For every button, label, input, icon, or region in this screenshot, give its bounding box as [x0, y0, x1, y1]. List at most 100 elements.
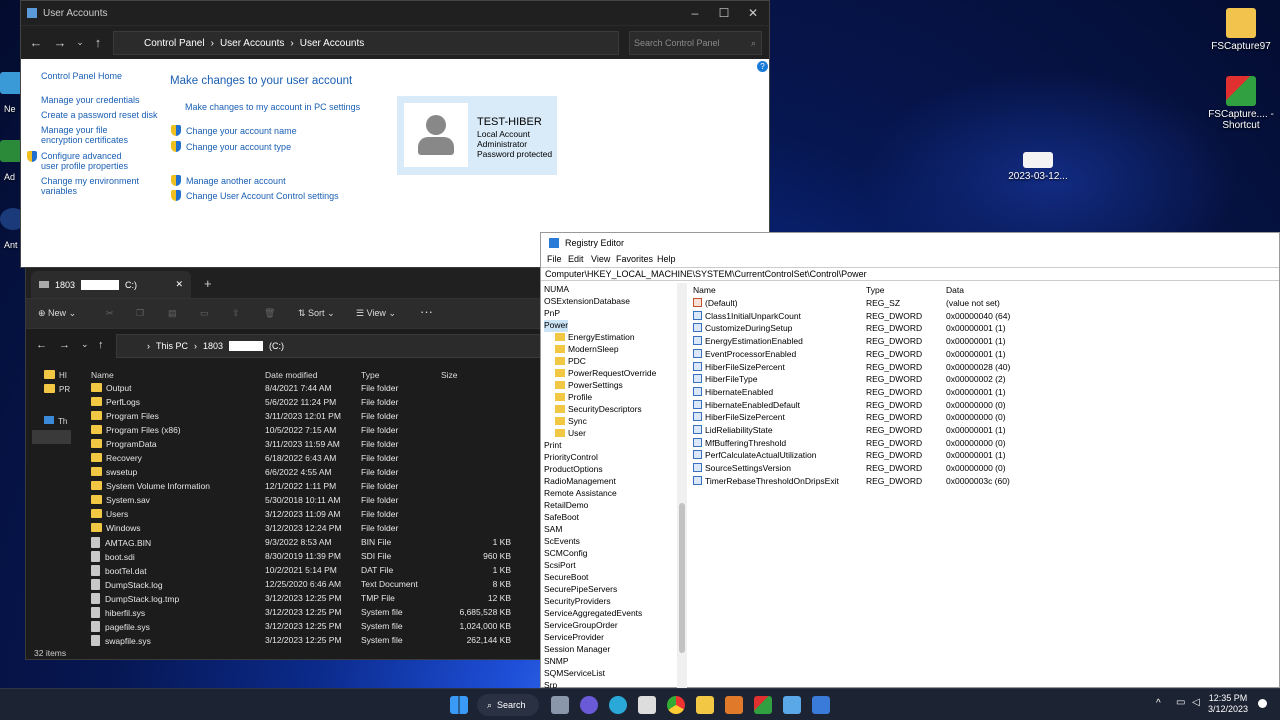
registry-value-row[interactable]: SourceSettingsVersion REG_DWORD 0x00000000… — [689, 463, 1280, 475]
registry-key-safeboot[interactable]: SafeBoot — [544, 512, 579, 524]
file-encryption-link[interactable]: Manage your file encryption certificates — [41, 125, 151, 145]
column-size[interactable]: Size — [441, 370, 458, 380]
column-type[interactable]: Type — [361, 370, 379, 380]
registry-key-remote-assistance[interactable]: Remote Assistance — [544, 488, 617, 500]
paste-icon[interactable]: ▤ — [168, 308, 177, 319]
file-row[interactable]: Program Files 3/11/2023 12:01 PM File fold… — [71, 410, 541, 424]
file-row[interactable]: boot.sdi 8/30/2019 11:39 PM SDI File 960 KB — [71, 550, 541, 564]
breadcrumb-drive-letter[interactable]: (C:) — [269, 341, 284, 351]
share-icon[interactable]: ⇪ — [232, 308, 240, 319]
registry-key-secureboot[interactable]: SecureBoot — [544, 572, 588, 584]
tab-drive-c[interactable]: 1803 C:) ✕ — [31, 271, 191, 298]
new-tab-icon[interactable]: + — [204, 276, 212, 291]
volume-icon[interactable]: ◁ — [1192, 697, 1200, 708]
registry-value-row[interactable]: Class1InitialUnparkCount REG_DWORD 0x00000… — [689, 310, 1280, 323]
start-icon[interactable] — [450, 696, 468, 714]
file-row[interactable]: DumpStack.log 12/25/2020 6:46 AM Text Docu… — [71, 578, 541, 592]
registry-key-securepipeservers[interactable]: SecurePipeServers — [544, 584, 617, 596]
show-hidden-icons[interactable]: ^ — [1156, 698, 1161, 709]
registry-value-row[interactable]: PerfCalculateActualUtilization REG_DWORD 0… — [689, 450, 1280, 462]
registry-key-pnp[interactable]: PnP — [544, 308, 560, 320]
network-status-icon[interactable]: ▭ — [1176, 697, 1185, 708]
registry-path-bar[interactable]: Computer\HKEY_LOCAL_MACHINE\SYSTEM\Curre… — [541, 267, 1279, 281]
registry-key-serviceprovider[interactable]: ServiceProvider — [544, 632, 604, 644]
registry-value-row[interactable]: HibernateEnabled REG_DWORD 0x00000001 (1) — [689, 386, 1280, 399]
breadcrumb-this-pc[interactable]: This PC — [156, 341, 188, 351]
nav-item-this-pc[interactable]: Th — [44, 416, 67, 426]
uac-settings-link[interactable]: Change User Account Control settings — [171, 190, 339, 201]
password-reset-link[interactable]: Create a password reset disk — [41, 110, 158, 120]
search-icon[interactable]: ⌕ — [751, 38, 756, 49]
recent-chevron-icon[interactable]: ⌄ — [81, 339, 89, 350]
registry-key-radiomanagement[interactable]: RadioManagement — [544, 476, 616, 488]
registry-value-row[interactable]: HiberFileType REG_DWORD 0x00000002 (2) — [689, 374, 1280, 386]
back-arrow-icon[interactable]: ← — [36, 339, 47, 351]
notification-icon[interactable] — [1258, 699, 1267, 708]
close-tab-icon[interactable]: ✕ — [175, 279, 183, 290]
registry-value-row[interactable]: EnergyEstimationEnabled REG_DWORD 0x000000… — [689, 336, 1280, 348]
task-view-icon[interactable] — [551, 696, 569, 714]
edge-icon[interactable] — [609, 696, 627, 714]
scrollbar-thumb[interactable] — [679, 503, 685, 653]
forward-arrow-icon[interactable]: → — [59, 339, 70, 351]
view-button[interactable]: ☰ View ⌄ — [356, 308, 396, 319]
nav-item[interactable]: HI — [44, 370, 67, 380]
registry-key-session-manager[interactable]: Session Manager — [544, 644, 610, 656]
clock[interactable]: 12:35 PM 3/12/2023 — [1208, 693, 1248, 715]
explorer-address-box[interactable]: › This PC › 1803 (C:) — [116, 334, 556, 358]
copy-icon[interactable]: ❐ — [136, 308, 144, 319]
file-row[interactable]: PerfLogs 5/6/2022 11:24 PM File folder — [71, 396, 541, 410]
registry-key-powersettings[interactable]: PowerSettings — [555, 380, 623, 392]
fscapture-desktop-icon[interactable]: FSCapture97 — [1206, 8, 1276, 52]
column-type[interactable]: Type — [866, 285, 884, 295]
manage-credentials-link[interactable]: Manage your credentials — [41, 95, 140, 105]
registry-key-power[interactable]: Power — [544, 320, 569, 332]
breadcrumb-user-accounts-current[interactable]: User Accounts — [300, 38, 364, 49]
file-row[interactable]: DumpStack.log.tmp 3/12/2023 12:25 PM TMP F… — [71, 592, 541, 606]
registry-key-numa[interactable]: NUMA — [544, 284, 569, 296]
pc-settings-link[interactable]: Make changes to my account in PC setting… — [185, 102, 360, 112]
close-button[interactable]: ✕ — [743, 5, 763, 21]
column-data[interactable]: Data — [946, 285, 964, 295]
registry-key-scsiport[interactable]: ScsiPort — [544, 560, 576, 572]
maximize-button[interactable]: ☐ — [714, 5, 734, 21]
file-row[interactable]: System.sav 5/30/2018 10:11 AM File folder — [71, 494, 541, 508]
breadcrumb-control-panel[interactable]: Control Panel — [144, 38, 205, 49]
file-explorer-icon[interactable] — [696, 696, 714, 714]
chrome-icon[interactable] — [667, 696, 685, 714]
column-date[interactable]: Date modified — [265, 370, 317, 380]
registry-key-snmp[interactable]: SNMP — [544, 656, 569, 668]
column-name[interactable]: Name — [91, 370, 114, 380]
screenshot-file-icon[interactable]: 2023-03-12... — [1003, 152, 1073, 182]
minimize-button[interactable]: – — [685, 5, 705, 21]
registry-key-serviceaggregatedevents[interactable]: ServiceAggregatedEvents — [544, 608, 642, 620]
chat-icon[interactable] — [580, 696, 598, 714]
registry-key-print[interactable]: Print — [544, 440, 561, 452]
more-options-icon[interactable]: ··· — [420, 304, 433, 319]
registry-value-row[interactable]: LidReliabilityState REG_DWORD 0x00000001 (… — [689, 425, 1280, 437]
column-name[interactable]: Name — [693, 285, 716, 295]
menu-edit[interactable]: Edit — [568, 254, 584, 264]
registry-key-scmconfig[interactable]: SCMConfig — [544, 548, 587, 560]
registry-value-row[interactable]: HiberFileSizePercent REG_DWORD 0x00000028 … — [689, 361, 1280, 374]
tree-scrollbar[interactable] — [677, 283, 687, 689]
file-row[interactable]: bootTel.dat 10/2/2021 5:14 PM DAT File 1 KB — [71, 564, 541, 578]
advanced-profile-link[interactable]: Configure advanced user profile properti… — [27, 151, 141, 171]
up-arrow-icon[interactable]: ↑ — [89, 35, 107, 50]
fscapture-icon[interactable] — [754, 696, 772, 714]
registry-key-retaildemo[interactable]: RetailDemo — [544, 500, 588, 512]
menu-help[interactable]: Help — [657, 254, 676, 264]
registry-key-pdc[interactable]: PDC — [555, 356, 586, 368]
recent-chevron-icon[interactable]: ⌄ — [71, 37, 89, 48]
file-row[interactable]: System Volume Information 12/1/2022 1:11 … — [71, 480, 541, 494]
remote-desktop-icon[interactable] — [783, 696, 801, 714]
file-row[interactable]: ProgramData 3/11/2023 11:59 AM File folder — [71, 438, 541, 452]
registry-key-user[interactable]: User — [555, 428, 586, 440]
registry-value-row[interactable]: CustomizeDuringSetup REG_DWORD 0x00000001 … — [689, 323, 1280, 335]
registry-key-sam[interactable]: SAM — [544, 524, 562, 536]
environment-variables-link[interactable]: Change my environment variables — [41, 176, 141, 196]
registry-key-profile[interactable]: Profile — [555, 392, 592, 404]
file-row[interactable]: Output 8/4/2021 7:44 AM File folder — [71, 382, 541, 396]
change-name-link[interactable]: Change your account name — [171, 125, 297, 136]
registry-value-row[interactable]: HiberFileSizePercent REG_DWORD 0x00000000 … — [689, 412, 1280, 424]
